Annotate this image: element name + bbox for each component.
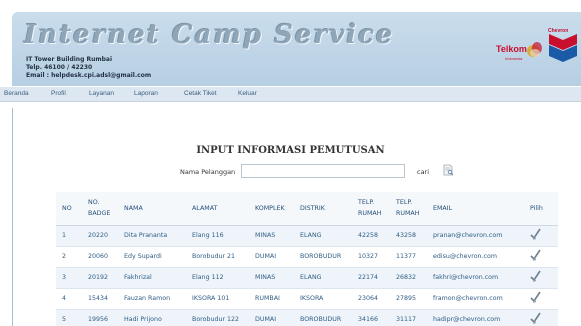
email-line: Email : helpdesk.cpi.adsl@gmail.com bbox=[26, 72, 152, 79]
row-email: pranan@chevron.com bbox=[427, 225, 524, 247]
row-email: fakhri@chevron.com bbox=[427, 267, 524, 289]
row-badge: 20060 bbox=[82, 246, 118, 268]
row-no: 3 bbox=[56, 267, 82, 289]
row-nama: Hadi Prijono bbox=[118, 309, 186, 326]
address-line: IT Tower Building Rumbai bbox=[26, 56, 113, 63]
results-table: NO NO. BADGE NAMA ALAMAT KOMPLEK DISTRIK … bbox=[56, 192, 558, 326]
main-nav: Beranda Profil Layanan Laporan Cetak Tik… bbox=[0, 87, 581, 102]
row-alamat: Borobudur 122 bbox=[186, 309, 249, 326]
row-distrik: IKSORA bbox=[294, 288, 352, 310]
page-title: INPUT INFORMASI PEMUTUSAN bbox=[196, 145, 385, 156]
table-header-row: NO NO. BADGE NAMA ALAMAT KOMPLEK DISTRIK … bbox=[56, 192, 558, 226]
row-nama: Dita Prananta bbox=[118, 225, 186, 247]
row-email: hadipr@chevron.com bbox=[427, 309, 524, 326]
col-header-badge: NO. BADGE bbox=[82, 192, 118, 226]
telkom-swirl-icon bbox=[527, 42, 542, 57]
row-telp-rumah: 23064 bbox=[352, 288, 390, 310]
row-komplek: MINAS bbox=[249, 225, 294, 247]
col-header-telp-rumah: TELP. RUMAH bbox=[352, 192, 390, 226]
row-distrik: ELANG bbox=[294, 225, 352, 247]
row-komplek: MINAS bbox=[249, 267, 294, 289]
row-telp-rumah-2: 27895 bbox=[390, 288, 427, 310]
row-telp-rumah-2: 43258 bbox=[390, 225, 427, 247]
nav-laporan[interactable]: Laporan bbox=[134, 90, 158, 97]
row-badge: 19956 bbox=[82, 309, 118, 326]
row-distrik: BOROBUDUR bbox=[294, 246, 352, 268]
row-pilih bbox=[524, 225, 558, 247]
table-row: 1 20220 Dita Prananta Elang 116 MINAS ELANG 42… bbox=[56, 225, 558, 247]
table-row: 3 20192 Fakhrizal Elang 112 MINAS ELANG 22174 2… bbox=[56, 267, 558, 289]
col-header-telp-rumah-2: TELP. RUMAH bbox=[390, 192, 427, 226]
row-email: framon@chevron.com bbox=[427, 288, 524, 310]
col-header-no: NO bbox=[56, 192, 82, 226]
row-telp-rumah: 10327 bbox=[352, 246, 390, 268]
row-no: 2 bbox=[56, 246, 82, 268]
search-input[interactable] bbox=[241, 164, 405, 178]
row-distrik: BOROBUDUR bbox=[294, 309, 352, 326]
telkom-logo: Telkom bbox=[496, 44, 527, 54]
table-row: 4 15434 Fauzan Ramon IKSORA 101 RUMBAI IKSORA… bbox=[56, 288, 558, 310]
search-label: Nama Pelanggan bbox=[180, 168, 236, 176]
row-pilih bbox=[524, 288, 558, 310]
col-header-email: EMAIL bbox=[427, 192, 524, 226]
table-row: 2 20060 Edy Supardi Borobudur 21 DUMAI BOROBU… bbox=[56, 246, 558, 268]
row-komplek: RUMBAI bbox=[249, 288, 294, 310]
col-header-pilih: Pilih bbox=[524, 192, 558, 226]
row-alamat: Elang 112 bbox=[186, 267, 249, 289]
row-alamat: Borobudur 21 bbox=[186, 246, 249, 268]
nav-beranda[interactable]: Beranda bbox=[4, 90, 29, 97]
phone-line: Telp. 46100 / 42230 bbox=[26, 64, 93, 71]
select-check-icon[interactable] bbox=[530, 249, 542, 262]
row-telp-rumah-2: 26832 bbox=[390, 267, 427, 289]
row-badge: 20192 bbox=[82, 267, 118, 289]
select-check-icon[interactable] bbox=[530, 291, 542, 304]
row-pilih bbox=[524, 267, 558, 289]
row-telp-rumah-2: 11377 bbox=[390, 246, 427, 268]
telkom-logo-sub: Indonesia bbox=[505, 56, 523, 61]
app-title: Internet Camp Service bbox=[24, 20, 395, 50]
document-search-icon[interactable] bbox=[443, 164, 454, 176]
table-row: 5 19956 Hadi Prijono Borobudur 122 DUMAI BORO… bbox=[56, 309, 558, 326]
col-header-komplek: KOMPLEK bbox=[249, 192, 294, 226]
col-header-alamat: ALAMAT bbox=[186, 192, 249, 226]
row-badge: 20220 bbox=[82, 225, 118, 247]
nav-profil[interactable]: Profil bbox=[51, 90, 66, 97]
nav-cetak-tiket[interactable]: Cetak Tiket bbox=[184, 90, 217, 97]
nav-keluar[interactable]: Keluar bbox=[238, 90, 257, 97]
row-telp-rumah: 22174 bbox=[352, 267, 390, 289]
row-alamat: IKSORA 101 bbox=[186, 288, 249, 310]
row-no: 5 bbox=[56, 309, 82, 326]
select-check-icon[interactable] bbox=[530, 270, 542, 283]
row-komplek: DUMAI bbox=[249, 309, 294, 326]
search-button[interactable]: cari bbox=[417, 168, 429, 176]
row-pilih bbox=[524, 246, 558, 268]
row-telp-rumah: 42258 bbox=[352, 225, 390, 247]
nav-layanan[interactable]: Layanan bbox=[89, 90, 114, 97]
row-pilih bbox=[524, 309, 558, 326]
select-check-icon[interactable] bbox=[530, 312, 542, 325]
row-nama: Fauzan Ramon bbox=[118, 288, 186, 310]
chevron-logo-text: Chevron bbox=[548, 28, 569, 34]
row-komplek: DUMAI bbox=[249, 246, 294, 268]
col-header-nama: NAMA bbox=[118, 192, 186, 226]
row-telp-rumah: 34166 bbox=[352, 309, 390, 326]
select-check-icon[interactable] bbox=[530, 228, 542, 241]
row-email: edisu@chevron.com bbox=[427, 246, 524, 268]
row-badge: 15434 bbox=[82, 288, 118, 310]
row-alamat: Elang 116 bbox=[186, 225, 249, 247]
col-header-distrik: DISTRIK bbox=[294, 192, 352, 226]
row-distrik: ELANG bbox=[294, 267, 352, 289]
row-nama: Fakhrizal bbox=[118, 267, 186, 289]
row-telp-rumah-2: 31117 bbox=[390, 309, 427, 326]
row-no: 4 bbox=[56, 288, 82, 310]
row-nama: Edy Supardi bbox=[118, 246, 186, 268]
row-no: 1 bbox=[56, 225, 82, 247]
